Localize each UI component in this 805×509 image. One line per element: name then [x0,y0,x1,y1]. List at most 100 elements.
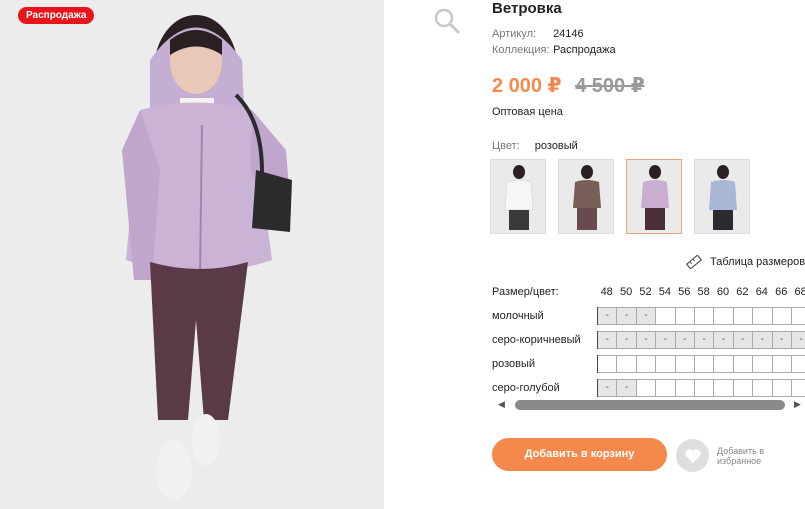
thumbnail-milky[interactable] [490,159,546,234]
collection-line: Коллекция: Распродажа [492,44,616,56]
quantity-cell[interactable] [714,355,734,373]
size-66: 66 [775,286,788,298]
grid-row-label: розовый [492,358,536,370]
color-label: Цвет: [492,140,520,152]
quantity-cell[interactable] [714,379,734,397]
size-color-grid: Размер/цвет: 48 50 52 54 56 58 60 62 64 … [492,280,805,400]
grid-cells: --- [597,307,805,325]
size-48: 48 [600,286,613,298]
size-58: 58 [697,286,710,298]
grid-cells [597,355,805,373]
size-54: 54 [658,286,671,298]
quantity-cell[interactable] [675,355,695,373]
quantity-cell[interactable] [791,307,805,325]
collection-value: Распродажа [553,44,616,56]
quantity-cell[interactable] [636,379,657,397]
quantity-cell[interactable] [656,307,676,325]
quantity-cell[interactable] [733,307,754,325]
price-current: 2 000 ₽ [492,75,562,97]
unavailable-cell: - [714,331,734,349]
size-56: 56 [678,286,691,298]
size-52: 52 [639,286,652,298]
quantity-cell[interactable] [791,379,805,397]
size-50: 50 [619,286,633,298]
grid-row-label: серо-голубой [492,382,560,394]
grid-row-label: молочный [492,310,544,322]
color-value: розовый [534,140,578,152]
article-label: Артикул: [492,28,537,40]
unavailable-cell: - [598,307,618,325]
unavailable-cell: - [598,331,618,349]
unavailable-cell: - [675,331,695,349]
wholesale-label: Оптовая цена [492,106,563,118]
unavailable-cell: - [791,331,805,349]
size-chart-link[interactable]: Таблица размеров [686,255,805,269]
quantity-cell[interactable] [694,307,715,325]
favorite-label[interactable]: Добавить в избранное [717,446,787,466]
quantity-cell[interactable] [753,379,773,397]
unavailable-cell: - [733,331,754,349]
price-old: 4 500 ₽ [575,75,645,97]
unavailable-cell: - [636,331,657,349]
scrollbar-thumb[interactable] [515,400,785,410]
quantity-cell[interactable] [772,355,792,373]
quantity-cell[interactable] [753,307,773,325]
model-image [0,0,384,509]
quantity-cell[interactable] [694,355,715,373]
grid-header-row: Размер/цвет: 48 50 52 54 56 58 60 62 64 … [492,280,805,304]
quantity-cell[interactable] [694,379,715,397]
quantity-cell[interactable] [636,355,657,373]
unavailable-cell: - [694,331,715,349]
zoom-icon[interactable] [434,8,460,34]
grid-row-label: серо-коричневый [492,334,581,346]
article-value: 24146 [553,28,584,40]
quantity-cell[interactable] [772,379,792,397]
thumbnail-grey-blue[interactable] [694,159,750,234]
quantity-cell[interactable] [598,355,618,373]
unavailable-cell: - [617,379,637,397]
thumbnail-grey-brown[interactable] [558,159,614,234]
unavailable-cell: - [636,307,657,325]
product-photo[interactable]: Распродажа [0,0,384,509]
quantity-cell[interactable] [772,307,792,325]
quantity-cell[interactable] [733,379,754,397]
size-68: 68 [794,286,805,298]
thumbnail-pink[interactable] [626,159,682,234]
quantity-cell[interactable] [656,355,676,373]
quantity-cell[interactable] [753,355,773,373]
quantity-cell[interactable] [656,379,676,397]
size-chart-label: Таблица размеров [710,256,805,268]
sale-badge: Распродажа [18,7,95,24]
unavailable-cell: - [753,331,773,349]
product-title: Ветровка [492,0,562,17]
color-line: Цвет: розовый [492,140,578,152]
unavailable-cell: - [772,331,792,349]
favorite-button[interactable] [676,439,709,472]
grid-scrollbar[interactable]: ◀ ▶ [498,399,805,411]
price-block: 2 000 ₽ 4 500 ₽ [492,73,645,98]
add-to-cart-button[interactable]: Добавить в корзину [492,438,667,471]
heart-icon [684,448,701,463]
quantity-cell[interactable] [714,307,734,325]
article-line: Артикул: 24146 [492,28,584,40]
color-thumbnails [490,159,750,234]
grid-cells: ----------- [597,331,805,349]
grid-row: розовый [492,352,805,376]
quantity-cell[interactable] [791,355,805,373]
unavailable-cell: - [617,307,637,325]
unavailable-cell: - [656,331,676,349]
quantity-cell[interactable] [675,379,695,397]
unavailable-cell: - [617,331,637,349]
grid-row: молочный - - - [492,304,805,328]
quantity-cell[interactable] [617,355,637,373]
grid-row: серо-коричневый - - - - - - - - - - - [492,328,805,352]
size-64: 64 [755,286,768,298]
ruler-icon [686,255,702,269]
quantity-cell[interactable] [733,355,754,373]
scroll-left-icon[interactable]: ◀ [498,399,505,410]
unavailable-cell: - [598,379,618,397]
scroll-right-icon[interactable]: ▶ [794,399,801,410]
size-62: 62 [736,286,749,298]
quantity-cell[interactable] [675,307,695,325]
grid-cells: -- [597,379,805,397]
